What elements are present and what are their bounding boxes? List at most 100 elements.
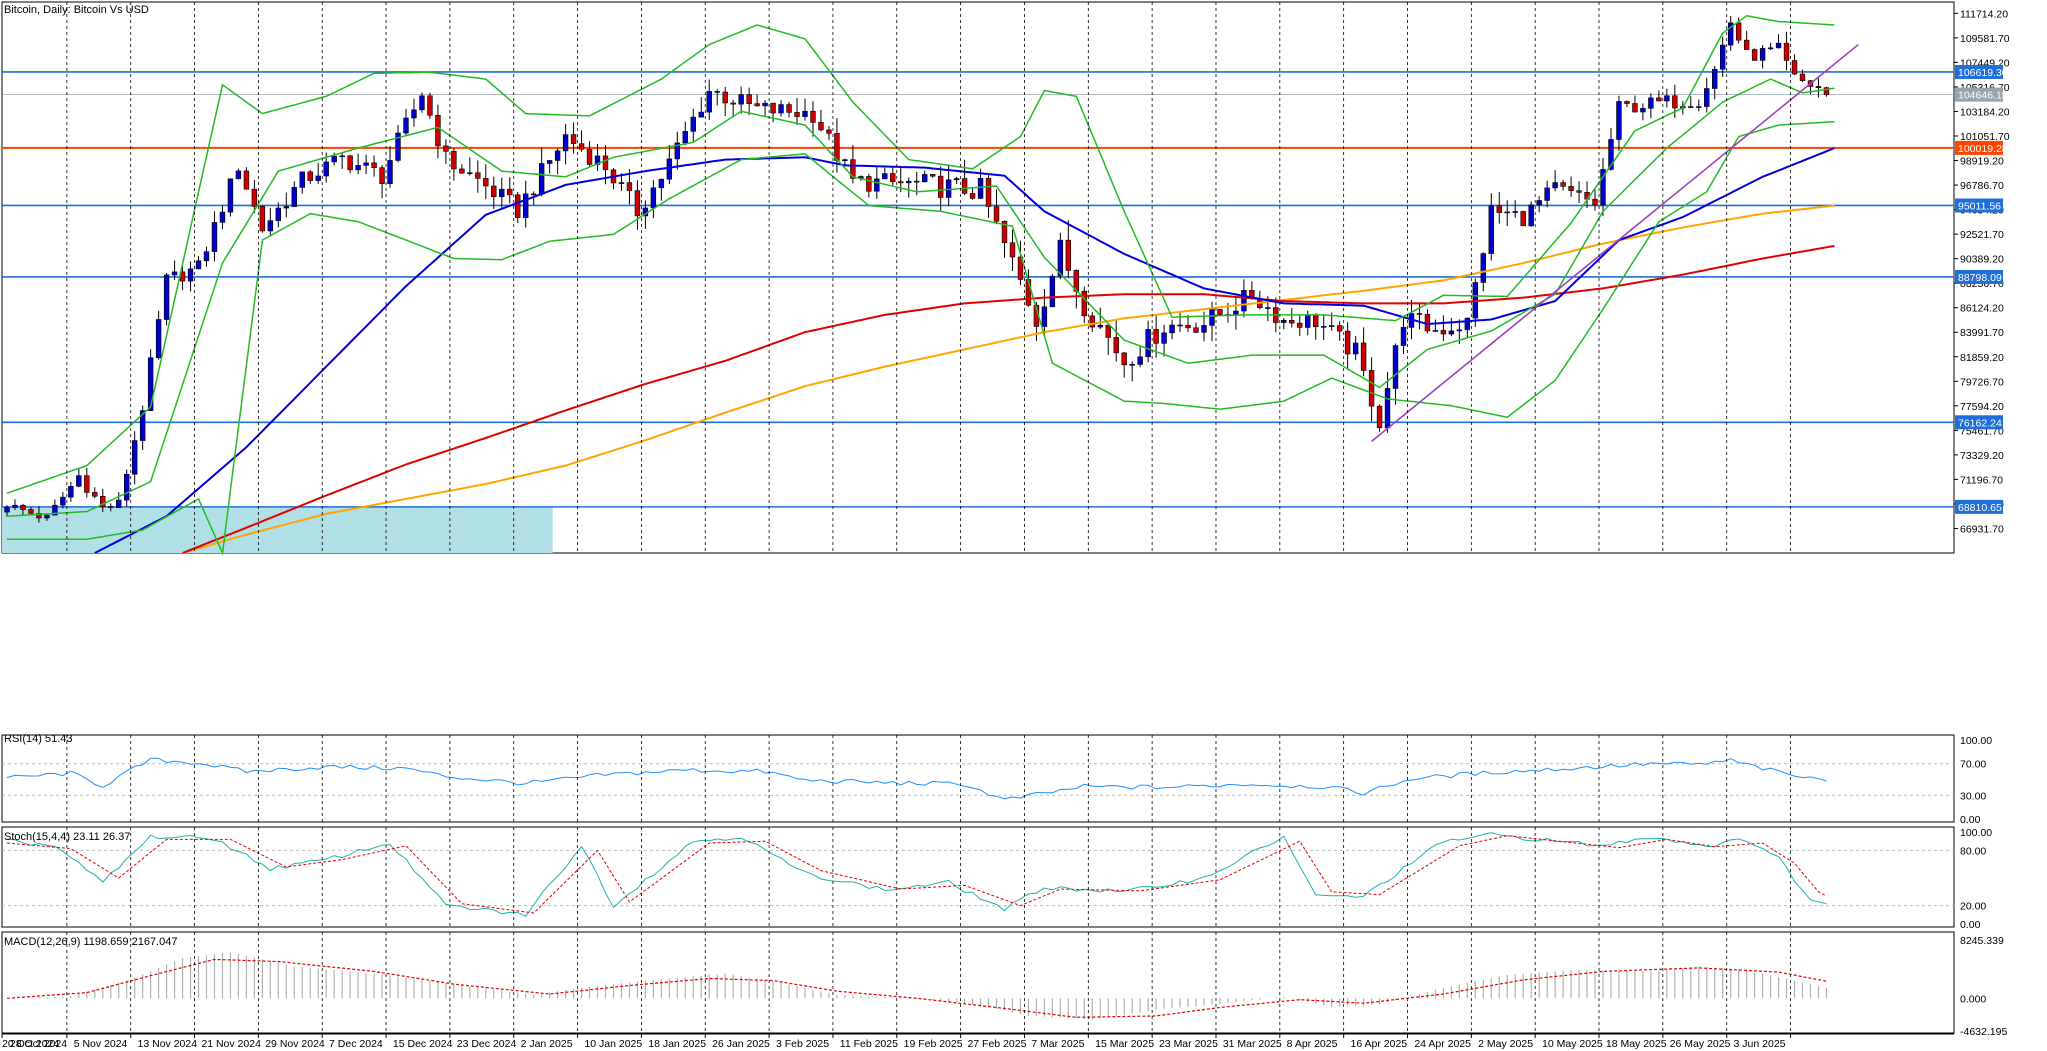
candle-body — [1313, 314, 1319, 328]
x-tick-label: 18 May 2025 — [1606, 1038, 1667, 1050]
y-tick-label: 109581.70 — [1960, 33, 2010, 45]
candle-body — [155, 319, 162, 359]
candle-body — [1360, 342, 1367, 371]
candle-body — [84, 475, 90, 493]
candle-body — [1504, 211, 1510, 214]
candle-body — [634, 190, 641, 217]
x-tick-label: 15 Dec 2024 — [393, 1038, 453, 1050]
candle-body — [810, 110, 816, 123]
candle-body — [1520, 211, 1526, 227]
candle-body — [658, 178, 665, 189]
candle-body — [419, 95, 425, 111]
candle-body — [953, 178, 960, 181]
rsi-label: RSI(14) 51.43 — [4, 733, 72, 745]
x-tick-label: 7 Dec 2024 — [329, 1038, 383, 1050]
y-tick-label: 98919.20 — [1960, 156, 2004, 168]
candle-body — [108, 506, 114, 509]
candle-body — [1815, 86, 1822, 88]
candle-body — [1432, 330, 1439, 332]
candle-body — [1536, 200, 1542, 206]
candle-body — [483, 178, 489, 187]
candle-body — [1328, 325, 1335, 327]
candle-body — [1512, 211, 1518, 213]
candle-body — [355, 165, 361, 171]
candle-body — [1265, 307, 1271, 309]
x-tick-label: 3 Feb 2025 — [776, 1038, 829, 1050]
candle-body — [267, 220, 274, 232]
x-tick-label: 16 Apr 2025 — [1351, 1038, 1408, 1050]
candle-body — [882, 173, 888, 180]
candle-body — [1137, 356, 1143, 365]
candle-body — [1528, 204, 1534, 227]
candle-body — [1057, 239, 1064, 277]
candle-body — [1105, 324, 1111, 338]
candle-body — [794, 112, 800, 117]
candle-body — [259, 206, 266, 232]
rsi-panel[interactable] — [1, 734, 1955, 823]
candle-body — [124, 473, 130, 501]
candle-body — [147, 357, 154, 411]
candle-body — [1368, 370, 1375, 407]
x-tick-label: 3 Jun 2025 — [1734, 1038, 1786, 1050]
candle-body — [890, 173, 896, 183]
y-tick-label: 111714.20 — [1960, 8, 2008, 20]
candle-body — [1751, 49, 1758, 61]
candle-body — [706, 91, 712, 113]
candle-body — [1336, 325, 1343, 332]
candle-body — [499, 188, 505, 198]
x-tick-label: 18 Jan 2025 — [648, 1038, 706, 1050]
candle-body — [1664, 95, 1670, 102]
x-tick-label: 21 Nov 2024 — [201, 1038, 261, 1050]
candle-body — [738, 94, 744, 105]
trading-chart[interactable]: Bitcoin, Daily: Bitcoin Vs USD RSI(14) 5… — [0, 0, 2047, 1051]
x-tick-label: 31 Mar 2025 — [1223, 1038, 1282, 1050]
candle-body — [507, 188, 513, 196]
stoch-plot-area — [1, 826, 1955, 928]
x-tick-label: 11 Feb 2025 — [840, 1038, 898, 1050]
candle-body — [211, 222, 218, 252]
candle-body — [1113, 337, 1119, 354]
y-tick-label: 92521.70 — [1960, 229, 2004, 241]
x-tick-label: 19 Feb 2025 — [904, 1038, 963, 1050]
symbol-label: Bitcoin, Daily: Bitcoin Vs USD — [4, 4, 149, 16]
candle-body — [802, 110, 808, 117]
x-tick-label: 27 Feb 2025 — [967, 1038, 1026, 1050]
candle-body — [602, 155, 609, 171]
candle-body — [554, 150, 561, 161]
candle-body — [1488, 205, 1494, 254]
macd-label: MACD(12,26,9) 1198.659 2167.047 — [4, 936, 177, 948]
candle-body — [1241, 290, 1247, 312]
candle-body — [874, 178, 880, 192]
candle-body — [578, 143, 585, 150]
rsi-tick-label: 30.00 — [1960, 790, 1986, 802]
price-panel[interactable] — [1, 1, 1955, 556]
x-tick-label: 23 Dec 2024 — [457, 1038, 517, 1050]
candle-body — [586, 148, 593, 165]
candle-body — [1145, 329, 1151, 358]
x-tick-label: 28 Oct 2024 — [10, 1038, 67, 1050]
stoch-panel[interactable] — [1, 826, 1955, 928]
macd-tick-label: 0.000 — [1960, 993, 1986, 1005]
candle-body — [937, 175, 944, 198]
y-tick-label: 81859.20 — [1960, 352, 2004, 364]
rsi-tick-label: 0.00 — [1960, 814, 1981, 826]
current-price-label: 104646.15 — [1958, 90, 2008, 102]
y-tick-label: 66931.70 — [1960, 523, 2004, 535]
stoch-tick-label: 100.00 — [1960, 827, 1992, 839]
x-tick-label: 10 May 2025 — [1542, 1038, 1603, 1050]
candle-body — [1743, 39, 1750, 50]
candle-body — [131, 440, 138, 475]
y-tick-label: 73329.20 — [1960, 450, 2004, 462]
candle-body — [4, 507, 10, 513]
candle-body — [12, 504, 18, 508]
x-tick-label: 24 Apr 2025 — [1414, 1038, 1471, 1050]
macd-panel[interactable] — [1, 931, 1955, 1034]
candle-body — [44, 514, 50, 519]
candle-body — [1376, 405, 1383, 429]
candle-body — [60, 496, 66, 506]
candle-body — [1169, 324, 1175, 334]
candle-body — [842, 159, 848, 161]
candle-body — [929, 174, 936, 177]
candle-body — [1089, 315, 1095, 328]
candle-body — [1775, 42, 1782, 49]
